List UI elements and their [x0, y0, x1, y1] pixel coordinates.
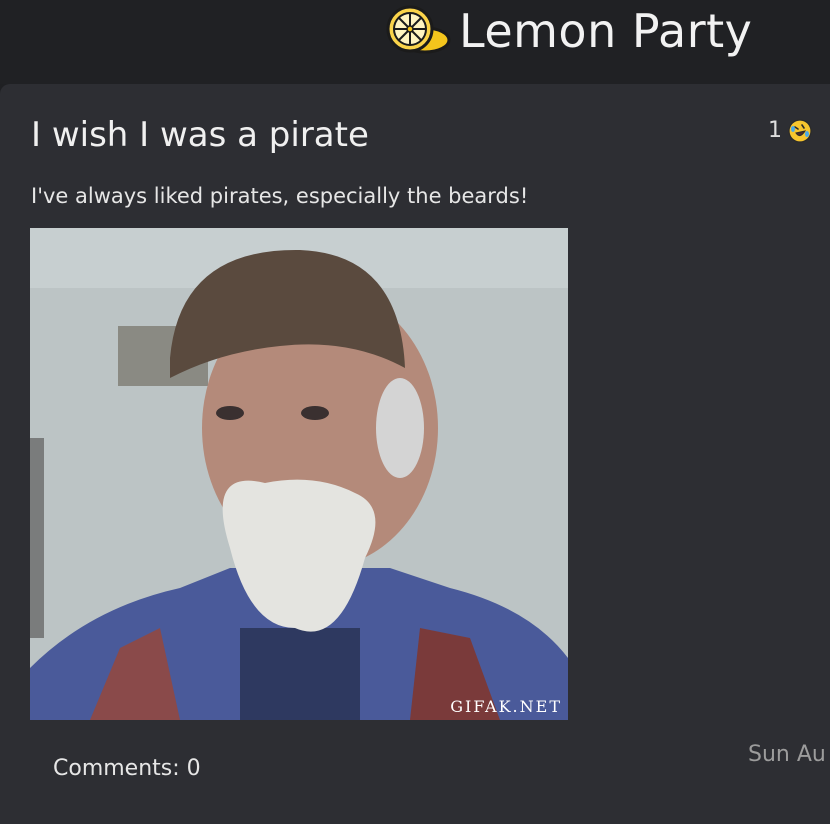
comments-link[interactable]: Comments: 0	[53, 756, 201, 781]
lemon-slice-icon	[386, 5, 451, 54]
reaction-button[interactable]: 1	[768, 118, 812, 143]
reaction-count: 1	[768, 118, 782, 143]
rolling-on-floor-laughing-emoji-icon	[788, 118, 812, 143]
site-title: Lemon Party	[459, 4, 753, 58]
post-date: Sun Au	[748, 742, 826, 767]
top-bar: Lemon Party	[0, 0, 830, 84]
post-title: I wish I was a pirate	[31, 115, 369, 155]
image-watermark: GIFAK.NET	[450, 697, 562, 716]
site-brand[interactable]: Lemon Party	[385, 2, 752, 60]
post-body: I've always liked pirates, especially th…	[31, 184, 529, 208]
post-gif-image[interactable]: GIFAK.NET	[30, 228, 568, 720]
